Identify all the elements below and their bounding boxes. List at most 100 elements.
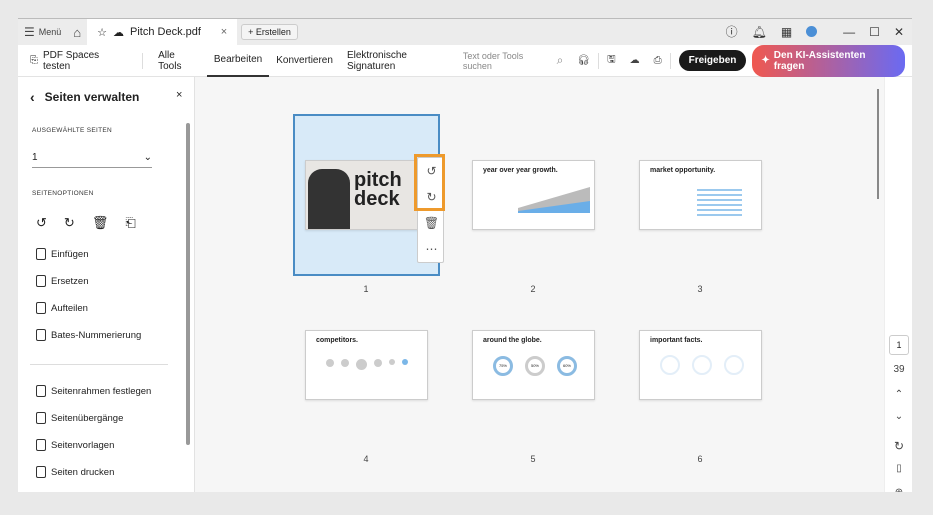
avatar[interactable] — [806, 26, 818, 37]
divider — [30, 364, 168, 365]
more-icon[interactable]: ⋯ — [418, 242, 445, 256]
search-input[interactable]: Text oder Tools suchen ⌕ — [463, 51, 564, 71]
minimize-icon[interactable]: — — [843, 25, 855, 39]
page-thumbnail-4[interactable]: competitors. — [305, 330, 428, 400]
manage-pages-panel: ‹ Seiten verwalten × AUSGEWÄHLTE SEITEN 1… — [18, 77, 195, 492]
transitions-icon — [36, 412, 46, 424]
bell-icon[interactable]: 🔔︎ — [752, 25, 767, 39]
chevron-down-icon: ⌄ — [143, 152, 152, 163]
tab-bar: ☰ Menü ⌂ ☆ ☁ Pitch Deck.pdf × + Erstellen … — [18, 18, 912, 45]
bates-icon — [36, 329, 46, 341]
delete-icon[interactable]: 🗑︎ — [92, 215, 109, 231]
page-number: 1 — [363, 284, 369, 294]
page-down-icon[interactable]: ⌄ — [885, 411, 912, 422]
page-thumbnail-1[interactable]: pitch deck — [305, 160, 428, 230]
close-window-icon[interactable]: ✕ — [894, 25, 904, 39]
search-icon: ⌕ — [556, 53, 564, 67]
headphones-icon[interactable]: 🎧︎ — [577, 55, 590, 66]
create-button[interactable]: + Erstellen — [241, 24, 298, 40]
page-templates-item[interactable]: Seitenvorlagen — [36, 439, 114, 451]
tab-document[interactable]: ☆ ☁ Pitch Deck.pdf × — [87, 19, 238, 45]
apps-grid-icon[interactable]: ▦ — [781, 25, 792, 39]
cloud-sync-icon[interactable]: ☁ — [630, 55, 640, 66]
split-icon — [36, 302, 46, 314]
rotate-view-icon[interactable]: ↻ — [885, 439, 912, 453]
ai-icon: ✦ — [761, 55, 770, 66]
rotate-right-icon[interactable]: ↻ — [64, 215, 75, 231]
page-thumbnail-5[interactable]: around the globe. 75% 50% 60% — [472, 330, 595, 400]
menu-button[interactable]: ☰ Menü — [18, 25, 67, 39]
cover-title: pitch deck — [354, 169, 402, 210]
nav-esign[interactable]: Elektronische Signaturen — [340, 45, 463, 77]
page-thumbnail-3[interactable]: market opportunity. — [639, 160, 762, 230]
star-icon[interactable]: ☆ — [97, 26, 107, 39]
print-icon[interactable]: ⎙ — [654, 55, 662, 66]
page-thumbnail-6[interactable]: important facts. — [639, 330, 762, 400]
slide-title: year over year growth. — [483, 167, 558, 174]
total-pages: 39 — [893, 364, 905, 375]
printer-icon — [36, 466, 46, 478]
page-number: 6 — [697, 454, 703, 464]
nav-convert[interactable]: Konvertieren — [269, 45, 340, 77]
set-page-box-item[interactable]: Seitenrahmen festlegen — [36, 385, 151, 397]
lollipop-graphic — [326, 359, 408, 370]
page-box-icon — [36, 385, 46, 397]
nav-all-tools[interactable]: Alle Tools — [151, 45, 207, 77]
help-icon[interactable]: ⓘ — [726, 23, 738, 40]
save-icon[interactable]: 🖫 — [607, 52, 616, 69]
page-number: 3 — [697, 284, 703, 294]
share-button[interactable]: Freigeben — [678, 50, 747, 71]
split-item[interactable]: Aufteilen — [36, 302, 88, 314]
zoom-icon[interactable]: ⊕ — [885, 487, 912, 492]
page-thumbnail-2[interactable]: year over year growth. — [472, 160, 595, 230]
replace-item[interactable]: Ersetzen — [36, 275, 89, 287]
main-scrollbar[interactable] — [877, 89, 879, 199]
close-tab-icon[interactable]: × — [221, 26, 227, 38]
page-options-label: SEITENOPTIONEN — [32, 190, 94, 197]
app-window: ☰ Menü ⌂ ☆ ☁ Pitch Deck.pdf × + Erstellen … — [18, 18, 912, 492]
extract-icon[interactable]: ⎗ — [125, 215, 135, 231]
slide-title: important facts. — [650, 337, 703, 344]
cloud-icon: ☁ — [113, 26, 125, 39]
close-panel-icon[interactable]: × — [176, 89, 182, 101]
pdf-spaces-button[interactable]: ⎘ PDF Spaces testen — [18, 45, 134, 77]
dot-matrix-graphic — [697, 189, 742, 217]
nav-edit[interactable]: Bearbeiten — [206, 45, 270, 77]
print-pages-item[interactable]: Seiten drucken — [36, 466, 114, 478]
maximize-icon[interactable]: ☐ — [869, 25, 880, 39]
panel-title: Seiten verwalten — [44, 90, 140, 104]
slide-title: competitors. — [316, 337, 359, 344]
selected-pages-dropdown[interactable]: 1 ⌄ — [32, 152, 152, 168]
donut-stat: 60% — [557, 356, 577, 376]
donut-stat: 50% — [525, 356, 545, 376]
current-page-input[interactable]: 1 — [889, 335, 909, 355]
selected-pages-label: AUSGEWÄHLTE SEITEN — [32, 127, 113, 134]
tab-title: Pitch Deck.pdf — [130, 26, 201, 38]
page-number: 5 — [530, 454, 536, 464]
spaces-icon: ⎘ — [30, 55, 38, 66]
page-transitions-item[interactable]: Seitenübergänge — [36, 412, 123, 424]
delete-icon[interactable]: 🗑︎ — [418, 216, 445, 230]
facts-circles-graphic — [660, 355, 744, 375]
bates-item[interactable]: Bates-Nummerierung — [36, 329, 141, 341]
page-fit-icon[interactable]: ▯ — [885, 463, 912, 474]
main-toolbar: ⎘ PDF Spaces testen Alle Tools Bearbeiten… — [18, 44, 912, 77]
page-thumbnails-area: pitch deck 1 year over year growth. 2 ma… — [195, 77, 884, 492]
page-number: 2 — [530, 284, 536, 294]
home-button[interactable]: ⌂ — [67, 25, 87, 40]
ai-assistant-button[interactable]: ✦ Den KI-Assistenten fragen — [752, 44, 905, 77]
insert-item[interactable]: Einfügen — [36, 248, 89, 260]
panel-scrollbar[interactable] — [186, 123, 190, 445]
right-rail: 1 39 ⌃ ⌄ ↻ ▯ ⊕ — [884, 77, 912, 492]
templates-icon — [36, 439, 46, 451]
area-chart-graphic — [518, 187, 590, 213]
home-icon: ⌂ — [73, 24, 82, 40]
rotate-left-icon[interactable]: ↺ — [36, 215, 47, 231]
rotate-buttons-highlight — [414, 154, 445, 211]
slide-title: around the globe. — [483, 337, 542, 344]
page-up-icon[interactable]: ⌃ — [885, 389, 912, 400]
slide-title: market opportunity. — [650, 167, 716, 174]
donut-stat: 75% — [493, 356, 513, 376]
back-icon[interactable]: ‹ — [30, 89, 35, 105]
hamburger-icon: ☰ — [24, 25, 35, 39]
